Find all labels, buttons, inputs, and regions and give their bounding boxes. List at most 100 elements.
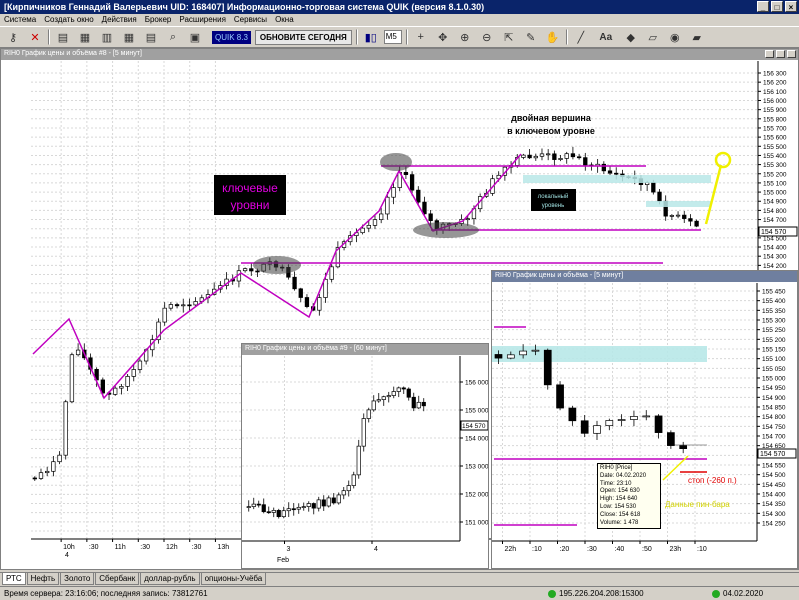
crosshair-icon[interactable]: + [412, 29, 430, 45]
candle-body [255, 270, 260, 273]
tab-gold[interactable]: Золото [60, 573, 95, 585]
candles-icon[interactable]: ▮▯ [362, 29, 380, 45]
candle-body [75, 349, 81, 356]
main-chart-title[interactable]: RIH0 График цены и объёма #8 - [5 минут] [1, 49, 798, 60]
menu-item-actions[interactable]: Действия [102, 15, 137, 25]
tooltip-line: Low: 154 530 [600, 503, 637, 510]
minimize-icon[interactable]: _ [757, 1, 769, 12]
candle-body [386, 395, 391, 398]
tab-oil[interactable]: Нефть [26, 573, 60, 585]
y-tick-label: 154 500 [762, 472, 786, 479]
quotes-icon[interactable]: ▦ [76, 29, 94, 45]
interval-select[interactable]: M5 [383, 30, 402, 44]
zoom-out-icon[interactable]: ⊖ [478, 29, 496, 45]
resistance-zone [646, 201, 711, 207]
maximize-icon[interactable] [776, 50, 785, 58]
tab-sberbank[interactable]: Сбербанк [95, 573, 140, 585]
menu-item-broker[interactable]: Брокер [145, 15, 172, 25]
connect-icon[interactable]: ⚷ [4, 29, 22, 45]
y-tick-label: 155 300 [763, 162, 787, 169]
candle-body [630, 416, 638, 420]
window-title-bar[interactable]: [Кирпичников Геннадий Валерьевич UID: 16… [0, 0, 799, 14]
candle-body [465, 218, 470, 221]
last-price-label: 154 570 [761, 229, 786, 236]
menu-item-create-window[interactable]: Создать окно [44, 15, 93, 25]
minimize-icon[interactable] [765, 50, 774, 58]
hourly-chart-svg[interactable]: 156 000 155 000 154 000 153 000 152 000 151 0… [242, 356, 488, 568]
candle-body [174, 304, 180, 307]
disconnect-icon[interactable]: ✕ [26, 29, 44, 45]
tab-options[interactable]: опционы-Учёба [200, 573, 267, 585]
fill-icon[interactable]: ◆ [622, 29, 640, 45]
candle-body [251, 503, 256, 507]
highlight-ellipse [380, 153, 412, 171]
x-tick-label: 10h [63, 544, 75, 551]
connection-status: 195.226.204.208:15300 [548, 589, 644, 598]
resistance-zone [523, 175, 711, 183]
candle-body [617, 419, 626, 421]
candle-body [381, 396, 386, 400]
maximize-icon[interactable]: □ [771, 1, 783, 12]
hide-icon[interactable]: ◉ [666, 29, 684, 45]
line-tool-icon[interactable]: ╱ [572, 29, 590, 45]
menu-item-extensions[interactable]: Расширения [179, 15, 226, 25]
candle-body [341, 490, 346, 496]
tab-usd-rub[interactable]: доллар-рубль [140, 573, 200, 585]
hourly-chart-title[interactable]: RIH0 График цены и объёма #9 - [60 минут… [242, 344, 488, 355]
menu-item-system[interactable]: Система [4, 15, 36, 25]
local-level-label: локальный [538, 193, 569, 200]
candle-body [593, 425, 601, 434]
menu-item-windows[interactable]: Окна [275, 15, 294, 25]
toolbar: ⚷ ✕ ▤ ▦ ▥ ▦ ▤ ⌕ ▣ QUIK 8.3 ОБНОВИТЕ СЕГО… [0, 26, 799, 48]
candle-body [421, 401, 426, 407]
update-button[interactable]: ОБНОВИТЕ СЕГОДНЯ [254, 29, 352, 45]
table-icon[interactable]: ▦ [120, 29, 138, 45]
candle-body [266, 511, 271, 514]
chart-icon[interactable]: ▥ [98, 29, 116, 45]
candle-body [271, 510, 276, 513]
y-tick-label: 155 000 [763, 190, 787, 197]
menu-item-services[interactable]: Сервисы [234, 15, 267, 25]
move-icon[interactable]: ✥ [434, 29, 452, 45]
hourly-chart-window[interactable]: RIH0 График цены и объёма #9 - [60 минут… [241, 343, 489, 569]
y-tick-label: 151 000 [465, 520, 488, 527]
candle-body [531, 349, 540, 352]
eraser-icon[interactable]: ▱ [644, 29, 662, 45]
candle-body [576, 156, 582, 159]
candle-body [356, 445, 361, 476]
settings-icon[interactable]: ▣ [186, 29, 204, 45]
candle-body [657, 191, 662, 202]
pencil-icon[interactable]: ✎ [522, 29, 540, 45]
candle-body [296, 506, 301, 510]
double-top-label: в ключевом уровне [507, 126, 595, 136]
close-icon[interactable]: × [785, 1, 797, 12]
close-icon[interactable] [787, 50, 796, 58]
search-icon[interactable]: ⌕ [164, 29, 182, 45]
menu-bar: Система Создать окно Действия Брокер Рас… [0, 14, 799, 26]
candle-body [317, 297, 322, 311]
y-tick-label: 155 400 [762, 298, 786, 305]
candle-body [679, 445, 688, 450]
candle-body [391, 391, 396, 396]
main-chart-title-text: RIH0 График цены и объёма #8 - [5 минут] [4, 50, 142, 57]
small-chart-title[interactable]: RIH0 График цены и объёма - [5 минут] [492, 271, 797, 282]
tab-rts[interactable]: РТС [2, 573, 26, 585]
candle-body [675, 214, 681, 217]
delete-drawings-icon[interactable]: ▰ [688, 29, 706, 45]
candle-body [292, 276, 297, 290]
candle-body [119, 386, 124, 389]
candle-body [193, 301, 198, 306]
new-order-icon[interactable]: ▤ [54, 29, 72, 45]
stop-label: стоп (-260 п.) [688, 476, 737, 485]
portfolio-icon[interactable]: ▤ [142, 29, 160, 45]
hand-icon[interactable]: ✋ [544, 29, 562, 45]
candle-body [329, 266, 334, 280]
text-tool-icon[interactable]: Aa [594, 29, 618, 45]
small-y-axis-ticks: 155 450 155 400 155 350 155 300 155 250 155 2… [757, 289, 786, 528]
y-tick-label: 154 300 [763, 254, 787, 261]
version-badge[interactable]: QUIK 8.3 [212, 30, 251, 44]
candle-body [416, 401, 421, 409]
zoom-in-icon[interactable]: ⊕ [456, 29, 474, 45]
select-icon[interactable]: ⇱ [500, 29, 518, 45]
candle-body [304, 297, 310, 307]
